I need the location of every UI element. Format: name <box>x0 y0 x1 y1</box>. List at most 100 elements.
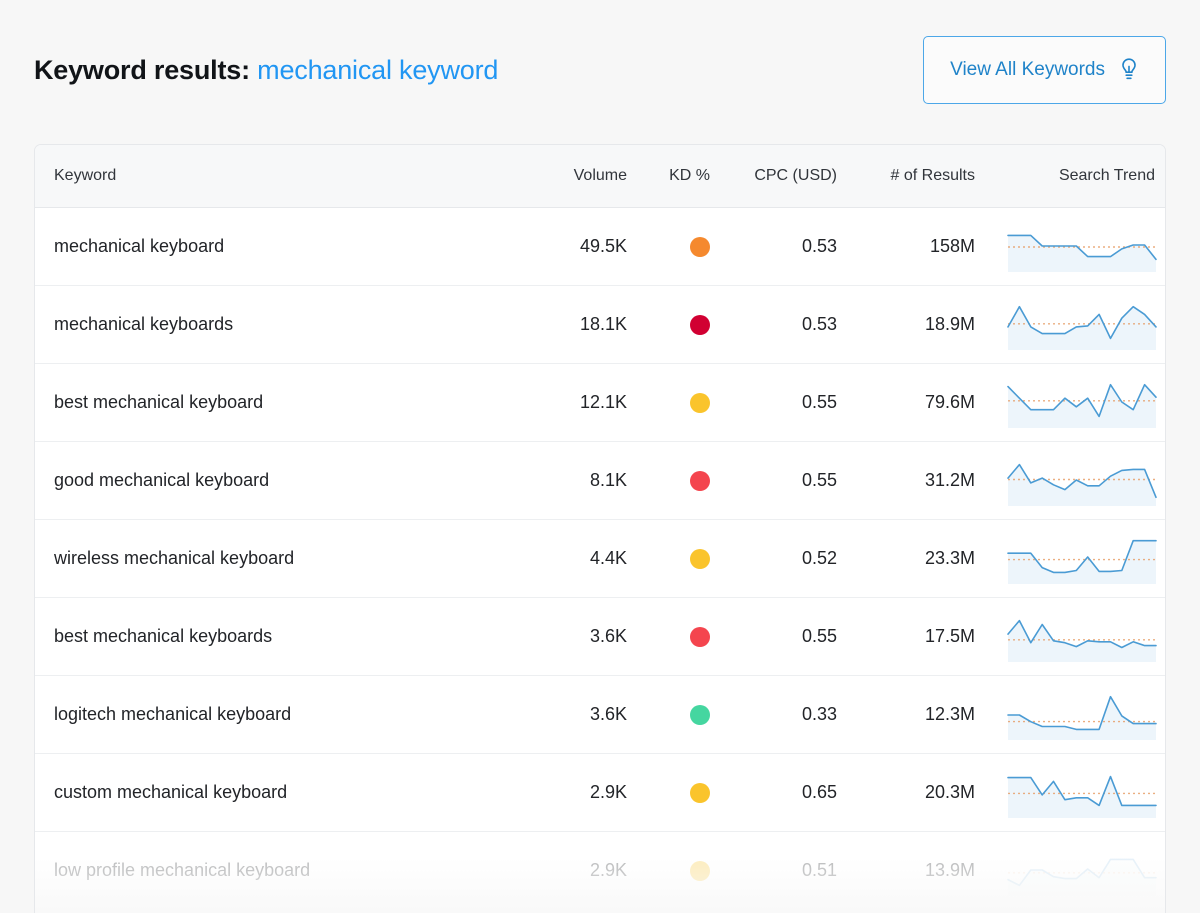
kd-difficulty-dot <box>690 705 710 725</box>
column-header-kd[interactable]: KD % <box>627 145 713 207</box>
kd-cell <box>627 675 713 753</box>
kd-difficulty-dot <box>690 471 710 491</box>
search-trend-sparkline <box>1007 859 1157 879</box>
keyword-link[interactable]: mechanical keyboard <box>35 207 505 285</box>
table-row[interactable]: good mechanical keyboard8.1K 0.5531.2M <box>35 441 1166 519</box>
search-trend-sparkline <box>1007 547 1157 567</box>
results-value: 23.3M <box>837 519 975 597</box>
search-trend-cell <box>975 753 1166 831</box>
results-value: 12.3M <box>837 675 975 753</box>
table-row[interactable]: wireless mechanical keyboard4.4K 0.5223.3… <box>35 519 1166 597</box>
search-trend-sparkline <box>1007 391 1157 411</box>
kd-difficulty-dot <box>690 783 710 803</box>
table-row[interactable]: best mechanical keyboard12.1K 0.5579.6M <box>35 363 1166 441</box>
volume-value: 2.9K <box>505 753 627 831</box>
search-trend-sparkline <box>1007 469 1157 489</box>
keyword-link[interactable]: good mechanical keyboard <box>35 441 505 519</box>
column-header-keyword[interactable]: Keyword <box>35 145 505 207</box>
search-trend-sparkline <box>1007 625 1157 645</box>
results-value: 17.5M <box>837 597 975 675</box>
cpc-value: 0.55 <box>713 363 837 441</box>
results-value: 31.2M <box>837 441 975 519</box>
volume-value: 4.4K <box>505 519 627 597</box>
kd-cell <box>627 441 713 519</box>
page-title: Keyword results: mechanical keyword <box>34 55 498 86</box>
cpc-value: 0.65 <box>713 753 837 831</box>
column-header-cpc[interactable]: CPC (USD) <box>713 145 837 207</box>
results-value: 18.9M <box>837 285 975 363</box>
volume-value: 49.5K <box>505 207 627 285</box>
kd-cell <box>627 363 713 441</box>
keyword-link[interactable]: low profile mechanical keyboard <box>35 831 505 909</box>
kd-cell <box>627 597 713 675</box>
column-header-volume[interactable]: Volume <box>505 145 627 207</box>
table-row[interactable]: mechanical keyboard49.5K 0.53158M <box>35 207 1166 285</box>
volume-value: 3.6K <box>505 597 627 675</box>
cpc-value: 0.52 <box>713 519 837 597</box>
page-title-keyword: mechanical keyword <box>257 55 498 85</box>
column-header-search-trend[interactable]: Search Trend <box>975 145 1166 207</box>
kd-difficulty-dot <box>690 393 710 413</box>
search-trend-cell <box>975 285 1166 363</box>
keyword-results-card: Keyword Volume KD % CPC (USD) # of Resul… <box>34 144 1166 913</box>
table-header: Keyword Volume KD % CPC (USD) # of Resul… <box>35 145 1166 207</box>
kd-difficulty-dot <box>690 315 710 335</box>
keyword-results-table: Keyword Volume KD % CPC (USD) # of Resul… <box>35 145 1166 909</box>
kd-cell <box>627 207 713 285</box>
search-trend-cell <box>975 363 1166 441</box>
page-title-prefix: Keyword results: <box>34 55 250 85</box>
results-value: 20.3M <box>837 753 975 831</box>
keyword-link[interactable]: logitech mechanical keyboard <box>35 675 505 753</box>
kd-difficulty-dot <box>690 861 710 881</box>
volume-value: 8.1K <box>505 441 627 519</box>
table-body: mechanical keyboard49.5K0.53158Mmechanic… <box>35 207 1166 909</box>
search-trend-cell <box>975 597 1166 675</box>
cpc-value: 0.55 <box>713 441 837 519</box>
search-trend-sparkline <box>1007 235 1157 255</box>
keyword-link[interactable]: custom mechanical keyboard <box>35 753 505 831</box>
results-value: 13.9M <box>837 831 975 909</box>
table-row[interactable]: custom mechanical keyboard2.9K 0.6520.3M <box>35 753 1166 831</box>
cpc-value: 0.51 <box>713 831 837 909</box>
view-all-keywords-label: View All Keywords <box>950 59 1105 81</box>
kd-difficulty-dot <box>690 627 710 647</box>
search-trend-cell <box>975 207 1166 285</box>
search-trend-cell <box>975 519 1166 597</box>
keyword-link[interactable]: wireless mechanical keyboard <box>35 519 505 597</box>
column-header-results[interactable]: # of Results <box>837 145 975 207</box>
kd-cell <box>627 285 713 363</box>
kd-cell <box>627 831 713 909</box>
lightbulb-icon <box>1119 57 1139 83</box>
table-header-row: Keyword Volume KD % CPC (USD) # of Resul… <box>35 145 1166 207</box>
table-row[interactable]: logitech mechanical keyboard3.6K 0.3312.3… <box>35 675 1166 753</box>
keyword-link[interactable]: mechanical keyboards <box>35 285 505 363</box>
volume-value: 2.9K <box>505 831 627 909</box>
cpc-value: 0.55 <box>713 597 837 675</box>
table-row[interactable]: low profile mechanical keyboard2.9K 0.511… <box>35 831 1166 909</box>
cpc-value: 0.53 <box>713 285 837 363</box>
volume-value: 18.1K <box>505 285 627 363</box>
volume-value: 3.6K <box>505 675 627 753</box>
kd-difficulty-dot <box>690 549 710 569</box>
keyword-results-page: Keyword results: mechanical keyword View… <box>0 0 1200 913</box>
keyword-link[interactable]: best mechanical keyboard <box>35 363 505 441</box>
cpc-value: 0.53 <box>713 207 837 285</box>
search-trend-sparkline <box>1007 313 1157 333</box>
search-trend-sparkline <box>1007 703 1157 723</box>
search-trend-cell <box>975 675 1166 753</box>
table-row[interactable]: mechanical keyboards18.1K 0.5318.9M <box>35 285 1166 363</box>
search-trend-sparkline <box>1007 781 1157 801</box>
cpc-value: 0.33 <box>713 675 837 753</box>
kd-cell <box>627 753 713 831</box>
results-value: 158M <box>837 207 975 285</box>
search-trend-cell <box>975 441 1166 519</box>
kd-difficulty-dot <box>690 237 710 257</box>
keyword-link[interactable]: best mechanical keyboards <box>35 597 505 675</box>
kd-cell <box>627 519 713 597</box>
view-all-keywords-button[interactable]: View All Keywords <box>923 36 1166 104</box>
page-header: Keyword results: mechanical keyword View… <box>34 26 1166 114</box>
table-row[interactable]: best mechanical keyboards3.6K 0.5517.5M <box>35 597 1166 675</box>
search-trend-cell <box>975 831 1166 909</box>
results-value: 79.6M <box>837 363 975 441</box>
volume-value: 12.1K <box>505 363 627 441</box>
